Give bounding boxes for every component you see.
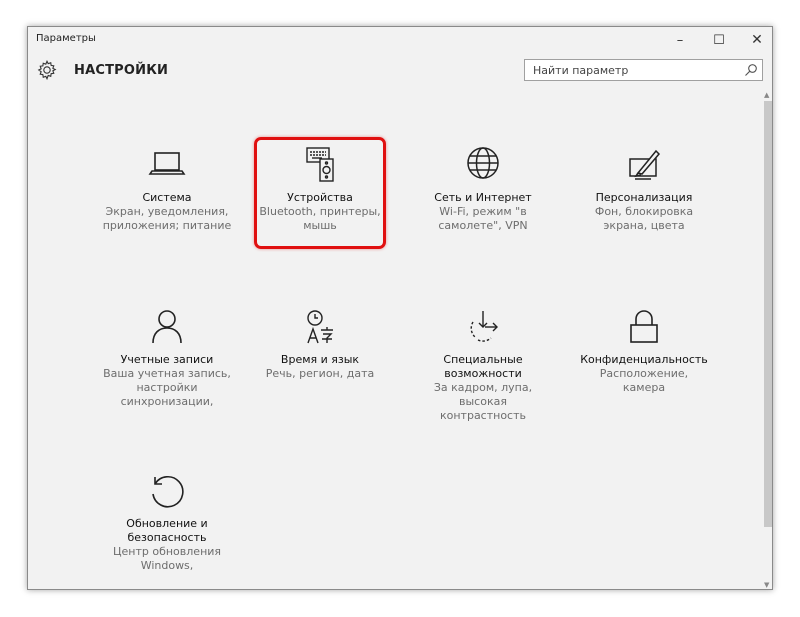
tile-update-security[interactable]: Обновление и безопасность Центр обновлен… (102, 469, 232, 573)
tile-network[interactable]: Сеть и Интернет Wi-Fi, режим "в самолете… (418, 143, 548, 233)
tile-description: За кадром, лупа, высокая контрастность (433, 381, 533, 422)
window-title: Параметры (36, 33, 96, 44)
tile-name: Обновление и безопасность (126, 517, 208, 544)
tile-description: Фон, блокировка экрана, цвета (594, 205, 694, 232)
tile-description: Центр обновления Windows, (112, 545, 222, 572)
globe-icon (467, 147, 499, 179)
time-language-icon (307, 310, 333, 344)
tile-name: Персонализация (595, 191, 693, 204)
tile-devices[interactable]: Устройства Bluetooth, принтеры, мышь (255, 143, 385, 233)
vertical-scrollbar[interactable]: ▲ ▼ (763, 91, 772, 589)
gear-icon (37, 59, 57, 81)
settings-header: НАСТРОЙКИ (28, 55, 772, 91)
tile-name: Учетные записи (120, 353, 214, 366)
update-icon (152, 475, 184, 508)
search-box[interactable] (524, 59, 763, 81)
tile-description: Bluetooth, принтеры, мышь (259, 205, 381, 232)
title-bar[interactable]: Параметры – ☐ ✕ (28, 27, 772, 55)
laptop-icon (148, 152, 186, 175)
tile-name: Конфиденциальность (580, 353, 708, 366)
tile-time-language[interactable]: Время и язык Речь, регион, дата (255, 305, 385, 381)
scroll-up-arrow-icon[interactable]: ▲ (764, 91, 769, 99)
personalization-icon (629, 149, 661, 180)
tile-personalization[interactable]: Персонализация Фон, блокировка экрана, ц… (579, 143, 709, 233)
lock-icon (630, 310, 658, 343)
maximize-button[interactable]: ☐ (704, 27, 734, 53)
tile-name: Устройства (287, 191, 353, 204)
tile-description: Расположение, камера (599, 367, 689, 394)
person-icon (152, 310, 182, 344)
tile-system[interactable]: Система Экран, уведомления, приложения; … (102, 143, 232, 233)
tile-name: Время и язык (280, 353, 360, 366)
tile-name: Сеть и Интернет (434, 191, 532, 204)
tile-privacy[interactable]: Конфиденциальность Расположение, камера (579, 305, 709, 395)
page-title: НАСТРОЙКИ (74, 63, 169, 78)
close-button[interactable]: ✕ (742, 27, 772, 53)
minimize-button[interactable]: – (665, 27, 695, 53)
search-input[interactable] (525, 60, 751, 80)
tile-description: Ваша учетная запись, настройки синхрониз… (103, 367, 231, 408)
search-icon[interactable] (744, 63, 758, 77)
scroll-down-arrow-icon[interactable]: ▼ (764, 581, 769, 589)
settings-window: Параметры – ☐ ✕ НАСТРОЙКИ Найти параметр… (27, 26, 773, 590)
tile-name: Система (142, 191, 192, 204)
tile-description: Экран, уведомления, приложения; питание (102, 205, 232, 232)
tile-accounts[interactable]: Учетные записи Ваша учетная запись, наст… (102, 305, 232, 409)
accessibility-icon (470, 311, 498, 342)
tile-description: Речь, регион, дата (265, 367, 375, 380)
scroll-thumb[interactable] (764, 101, 772, 527)
tile-description: Wi-Fi, режим "в самолете", VPN (438, 205, 528, 232)
devices-icon (306, 147, 334, 182)
tile-name: Специальные возможности (443, 353, 523, 380)
tile-accessibility[interactable]: Специальные возможности За кадром, лупа,… (418, 305, 548, 423)
